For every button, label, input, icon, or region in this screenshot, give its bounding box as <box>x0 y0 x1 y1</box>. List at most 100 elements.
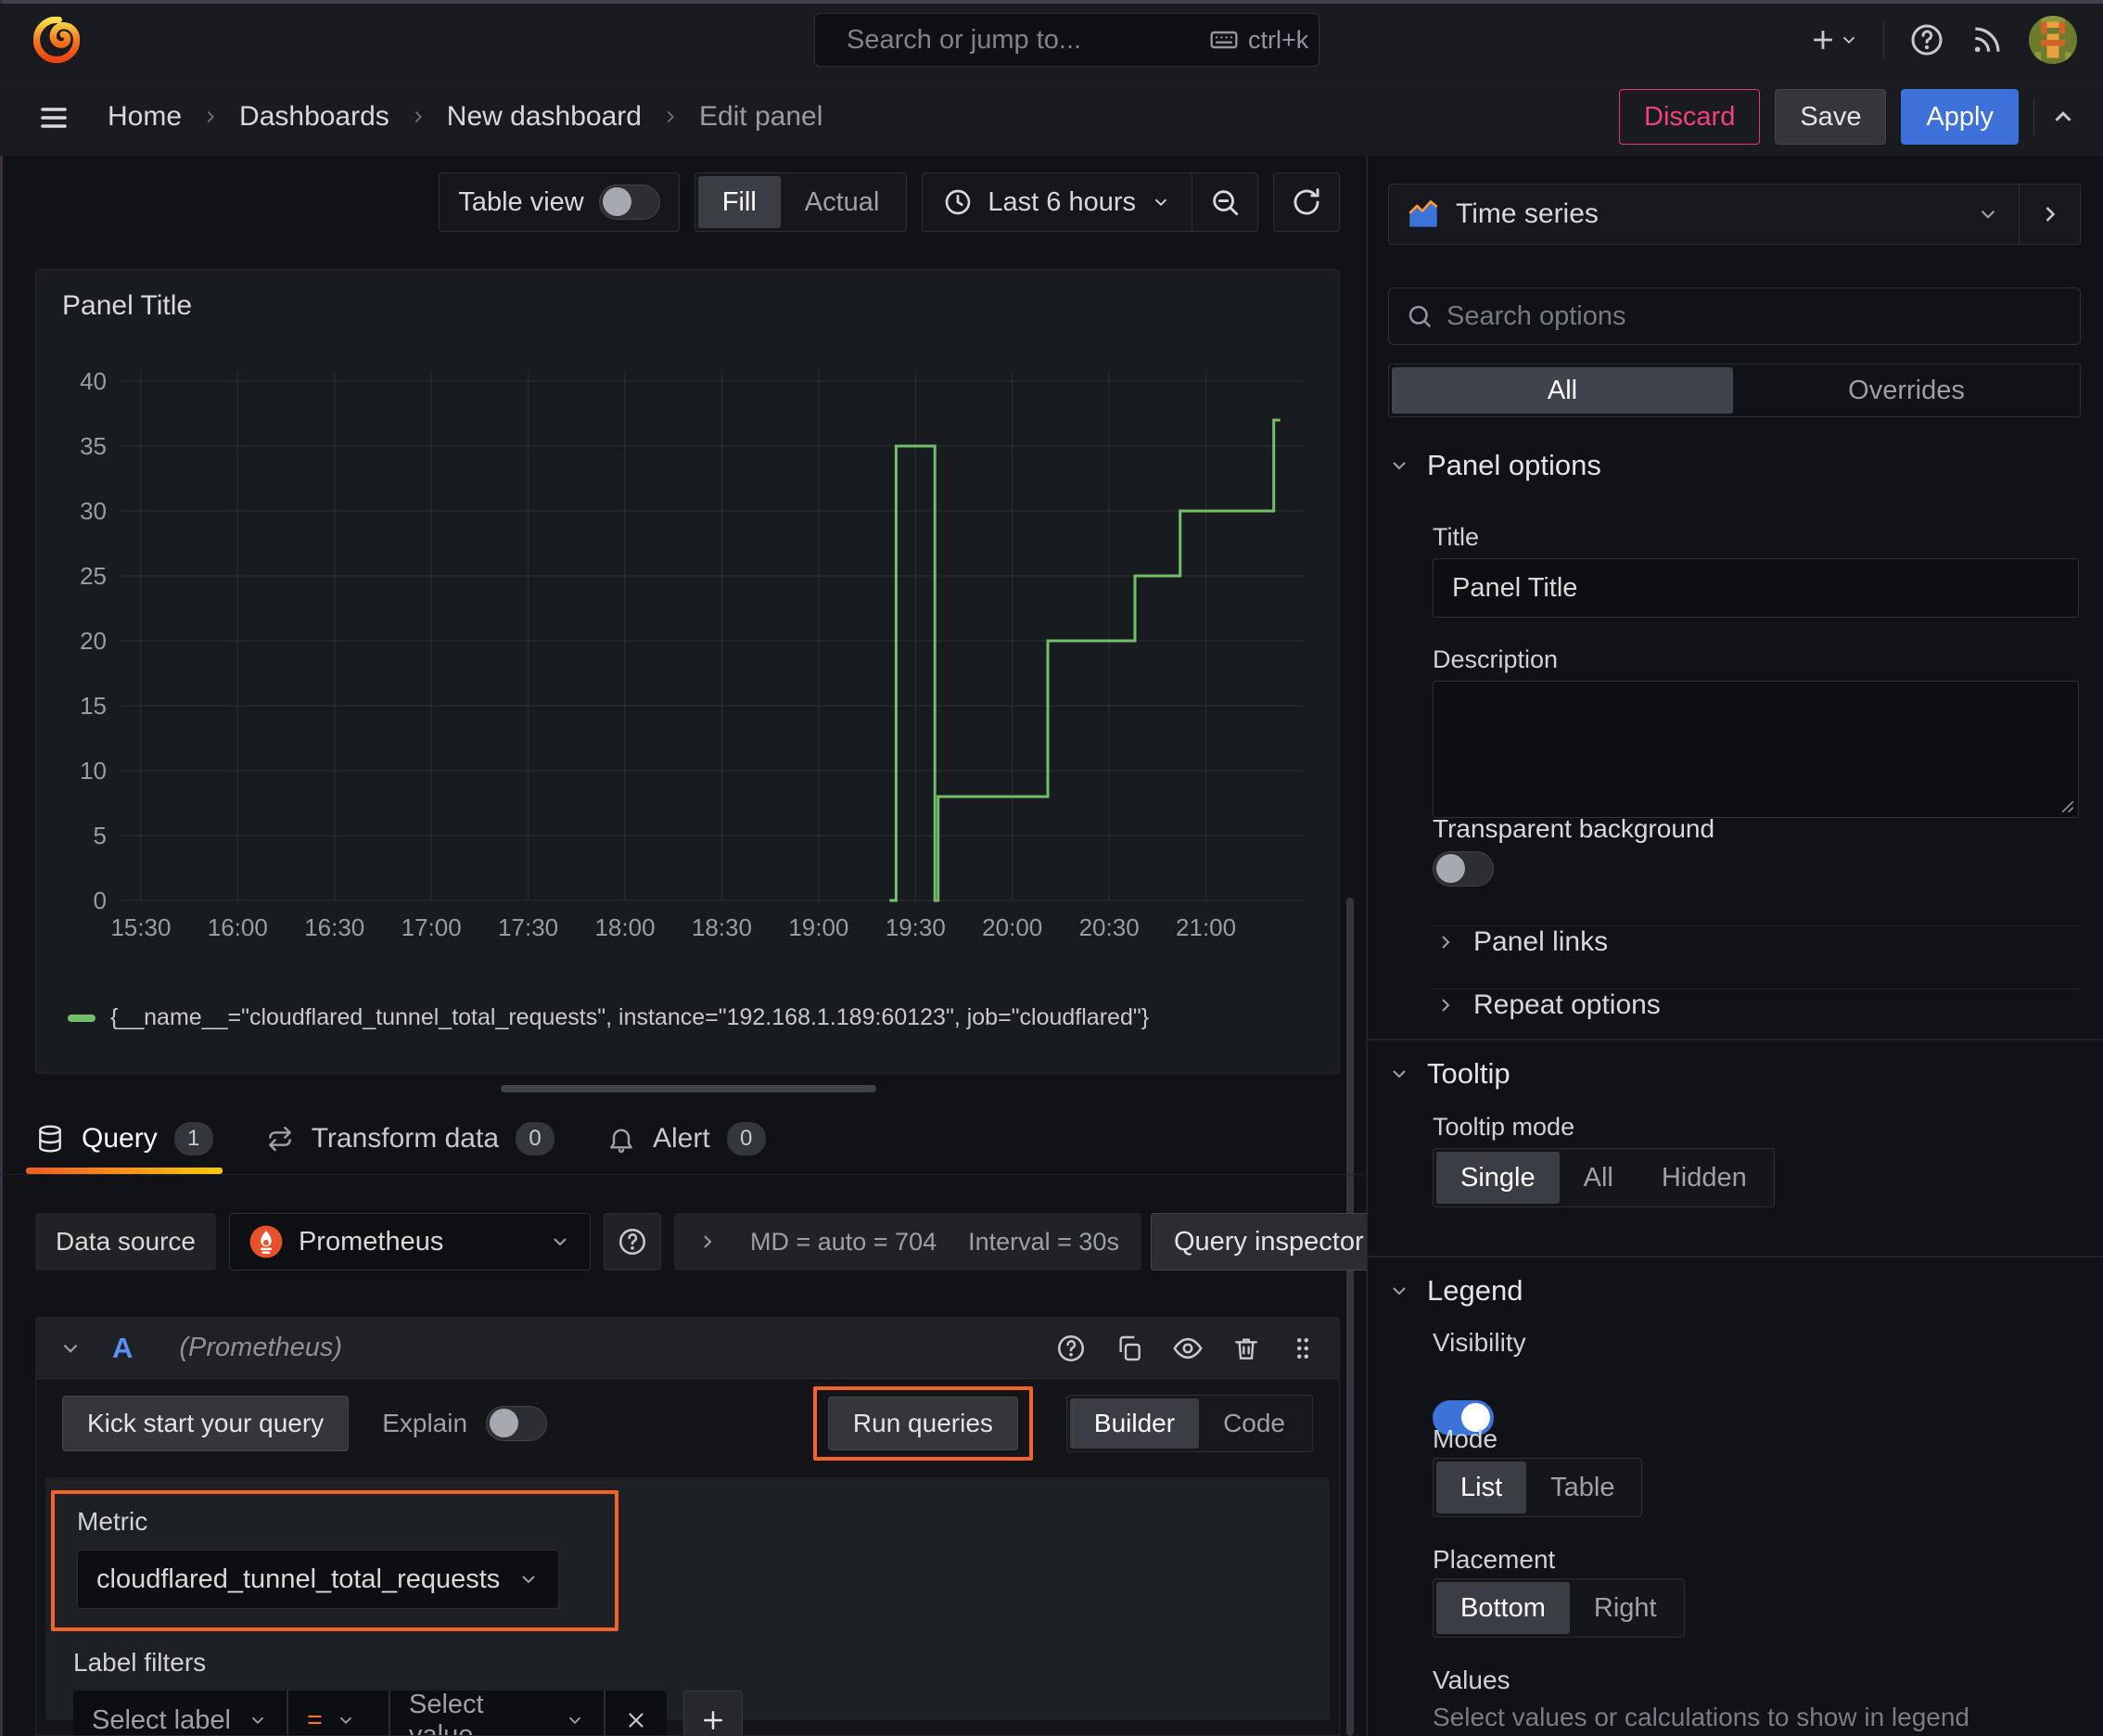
legend-series-swatch[interactable] <box>68 1014 96 1022</box>
panel-title-input[interactable] <box>1433 558 2079 618</box>
drag-query-handle[interactable] <box>1289 1334 1317 1362</box>
global-search[interactable]: ctrl+k <box>814 13 1319 67</box>
news-button[interactable] <box>1969 22 2005 57</box>
svg-text:15: 15 <box>80 692 107 720</box>
section-divider <box>1368 1039 2103 1040</box>
tab-transform[interactable]: Transform data 0 <box>265 1109 554 1168</box>
tab-overrides[interactable]: Overrides <box>1736 367 2077 414</box>
tab-alert[interactable]: Alert 0 <box>606 1109 766 1168</box>
run-queries-button[interactable]: Run queries <box>827 1397 1018 1450</box>
tab-all[interactable]: All <box>1392 367 1733 414</box>
chevron-right-icon <box>704 1235 712 1248</box>
tab-transform-label: Transform data <box>311 1123 499 1154</box>
actual-option[interactable]: Actual <box>781 176 904 228</box>
datasource-help-button[interactable] <box>603 1213 661 1270</box>
collapse-header-button[interactable] <box>2049 103 2077 131</box>
panel-resize-handle[interactable] <box>501 1085 876 1092</box>
section-panel-links[interactable]: Panel links <box>1434 916 1608 968</box>
breadcrumb-new-dashboard[interactable]: New dashboard <box>447 101 642 133</box>
time-series-chart[interactable]: 0 5 10 15 20 25 30 35 40 15:30 16:00 16:30 17:00 17:3… <box>49 353 1315 984</box>
remove-filter-button[interactable] <box>605 1691 667 1735</box>
svg-text:18:00: 18:00 <box>594 913 655 941</box>
active-tab-underline <box>26 1168 223 1174</box>
table-view-toggle[interactable] <box>598 185 660 220</box>
legend-placement-bottom[interactable]: Bottom <box>1436 1582 1570 1634</box>
svg-text:17:00: 17:00 <box>401 913 462 941</box>
toggle-query-visibility-button[interactable] <box>1172 1333 1204 1364</box>
chevron-right-icon <box>2046 207 2055 222</box>
builder-option[interactable]: Builder <box>1069 1398 1200 1449</box>
datasource-picker[interactable]: Prometheus <box>228 1213 591 1270</box>
duplicate-query-button[interactable] <box>1115 1334 1144 1363</box>
select-label-dropdown[interactable]: Select label <box>73 1691 287 1735</box>
query-options-summary[interactable]: MD = auto = 704 Interval = 30s <box>673 1213 1141 1270</box>
options-search[interactable] <box>1388 287 2081 345</box>
tooltip-mode-all[interactable]: All <box>1560 1152 1638 1204</box>
chevron-up-icon <box>2055 111 2071 121</box>
query-inspector-button[interactable]: Query inspector <box>1150 1213 1387 1270</box>
zoom-out-icon <box>1213 190 1239 216</box>
add-filter-button[interactable] <box>683 1691 743 1735</box>
grafana-logo-icon[interactable] <box>33 17 80 63</box>
visualization-picker[interactable]: Time series <box>1388 184 2020 245</box>
query-help-button[interactable] <box>1055 1333 1087 1364</box>
operator-value: = <box>307 1704 323 1735</box>
resize-grip-icon[interactable] <box>2061 800 2074 813</box>
apply-button[interactable]: Apply <box>1901 89 2019 145</box>
chevron-right-icon <box>660 107 681 127</box>
main-vertical-scrollbar[interactable] <box>1346 898 1354 1736</box>
operator-dropdown[interactable]: = <box>288 1691 389 1735</box>
close-icon <box>629 1713 644 1728</box>
new-menu-button[interactable] <box>1807 24 1859 56</box>
datasource-name: Prometheus <box>298 1226 444 1257</box>
editor-tabs: Query 1 Transform data 0 Alert 0 <box>26 1109 766 1174</box>
panel-description-textarea[interactable] <box>1433 681 2079 818</box>
legend-mode-label: Mode <box>1433 1424 1498 1453</box>
zoom-out-button[interactable] <box>1192 173 1257 231</box>
tooltip-mode-single[interactable]: Single <box>1436 1152 1560 1204</box>
copy-icon <box>1119 1335 1141 1360</box>
avatar-image <box>2029 16 2077 64</box>
collapse-options-pane-button[interactable] <box>2020 184 2081 245</box>
panel-title[interactable]: Panel Title <box>62 290 192 322</box>
time-series-viz-icon <box>1408 200 1438 227</box>
global-search-input[interactable] <box>847 24 1196 56</box>
section-tooltip[interactable]: Tooltip <box>1388 1057 1510 1091</box>
tooltip-mode-hidden[interactable]: Hidden <box>1638 1152 1771 1204</box>
kickstart-query-button[interactable]: Kick start your query <box>62 1396 350 1451</box>
svg-text:10: 10 <box>80 757 107 785</box>
section-panel-options[interactable]: Panel options <box>1388 449 1601 482</box>
builder-code-switcher: Builder Code <box>1065 1395 1313 1452</box>
legend-series-label[interactable]: {__name__="cloudflared_tunnel_total_requ… <box>110 1004 1149 1031</box>
fill-option[interactable]: Fill <box>697 176 781 228</box>
transparent-bg-toggle[interactable] <box>1433 851 1494 887</box>
help-button[interactable] <box>1908 21 1945 58</box>
select-value-dropdown[interactable]: Select value <box>390 1691 604 1735</box>
breadcrumb-home[interactable]: Home <box>108 101 182 133</box>
discard-button[interactable]: Discard <box>1619 89 1761 145</box>
panel-view-toolbar: Table view Fill Actual Last 6 hours <box>0 172 1340 232</box>
menu-toggle-button[interactable] <box>37 101 70 134</box>
save-button[interactable]: Save <box>1775 89 1887 145</box>
metric-select[interactable]: cloudflared_tunnel_total_requests <box>77 1550 559 1609</box>
section-repeat-options[interactable]: Repeat options <box>1434 979 1661 1031</box>
code-option[interactable]: Code <box>1199 1398 1309 1449</box>
legend-mode-table[interactable]: Table <box>1526 1462 1638 1513</box>
user-avatar[interactable] <box>2029 16 2077 64</box>
refresh-button[interactable] <box>1273 172 1340 232</box>
tab-query[interactable]: Query 1 <box>26 1109 223 1174</box>
time-range-picker[interactable]: Last 6 hours <box>923 173 1192 231</box>
window-edge-left <box>0 0 3 1736</box>
breadcrumb-dashboards[interactable]: Dashboards <box>239 101 389 133</box>
help-icon <box>1911 24 1943 56</box>
chevron-down-icon <box>1842 36 1855 45</box>
fill-actual-switcher: Fill Actual <box>694 172 908 232</box>
query-row-header[interactable]: A (Prometheus) <box>36 1318 1339 1379</box>
section-legend[interactable]: Legend <box>1388 1274 1523 1308</box>
legend-mode-list[interactable]: List <box>1436 1462 1527 1513</box>
explain-toggle[interactable] <box>486 1406 548 1441</box>
delete-query-button[interactable] <box>1231 1334 1261 1363</box>
options-search-input[interactable] <box>1447 300 2063 332</box>
legend-placement-right[interactable]: Right <box>1570 1582 1681 1634</box>
label-filter-group: Select label = Select value <box>73 1691 667 1735</box>
